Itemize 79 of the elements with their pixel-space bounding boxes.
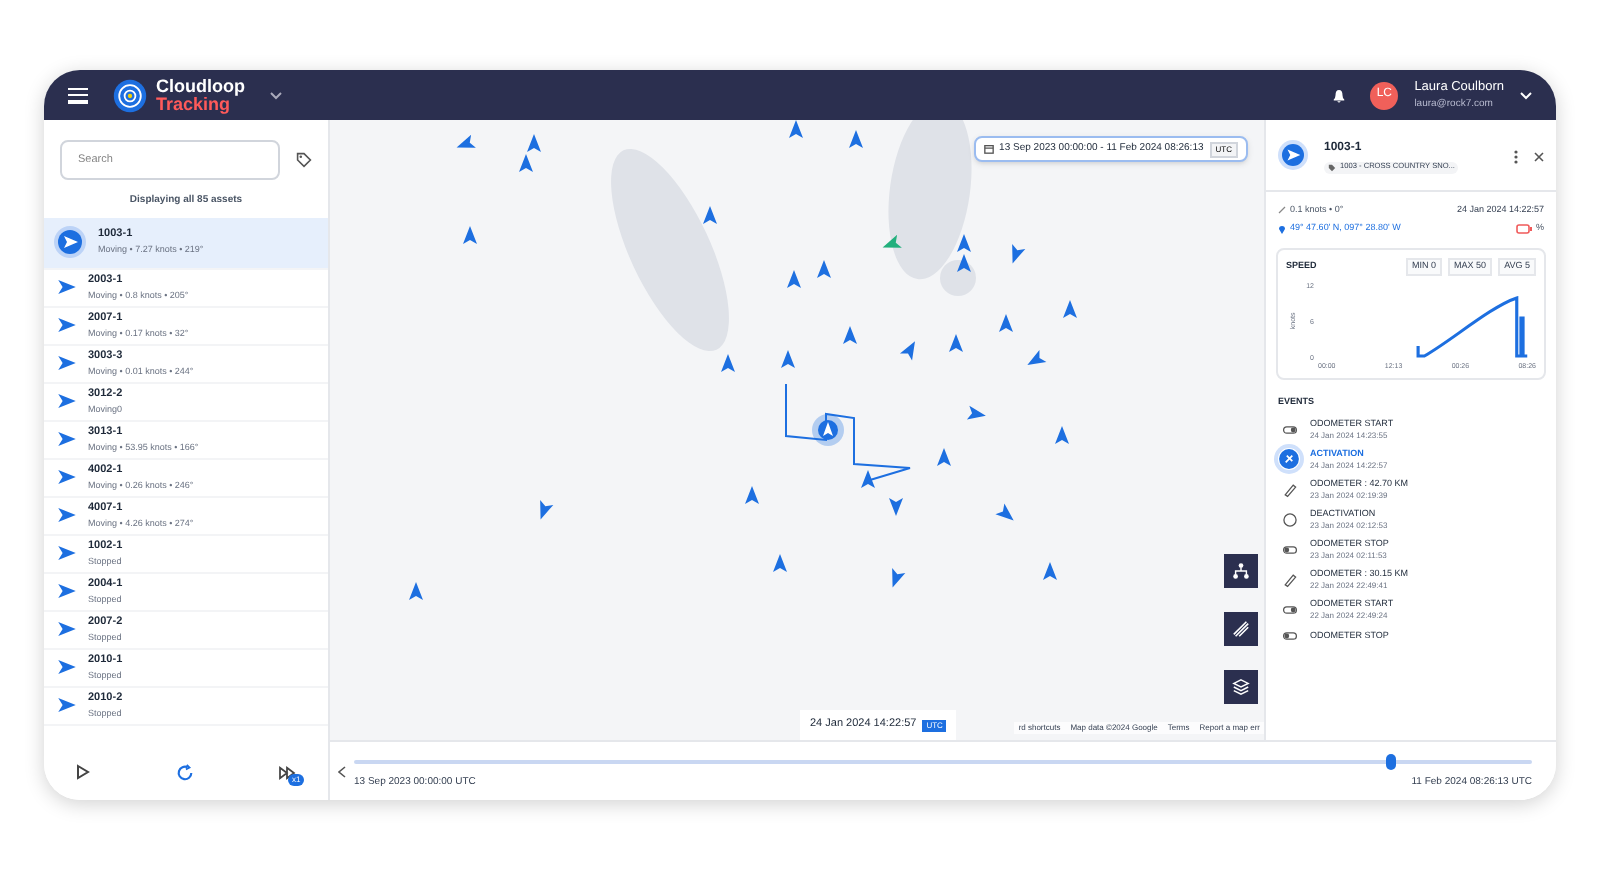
toggle-icon [1281,421,1297,438]
arrow-icon [58,508,76,522]
map-marker-icon[interactable] [892,568,906,588]
map-marker-icon[interactable] [999,314,1013,332]
arrow-icon [58,394,76,408]
map-marker-icon[interactable] [849,130,863,148]
map-marker-icon[interactable] [540,500,554,520]
map-marker-icon[interactable] [781,350,795,368]
logo-icon [112,77,148,113]
brand-subtitle: Tracking [156,95,231,113]
arrow-icon [58,432,76,446]
map-marker-icon[interactable] [1063,300,1077,318]
location-pin-icon [1278,224,1286,235]
selected-marker-icon[interactable] [812,414,844,446]
arrow-icon [58,280,76,294]
map-marker-icon[interactable] [957,234,971,252]
map-marker-icon[interactable] [843,326,857,344]
map-marker-icon[interactable] [966,405,986,420]
fast-forward-icon[interactable] [278,765,296,779]
map-marker-icon[interactable] [889,498,903,516]
chevron-down-icon[interactable] [269,91,281,99]
timeline-handle[interactable] [1386,753,1397,770]
map-marker-icon[interactable] [817,260,831,278]
toggle-icon [1281,601,1297,618]
refresh-icon[interactable] [175,763,193,781]
route-icon [1232,620,1250,638]
bell-icon[interactable] [1332,87,1347,103]
layers-icon [1232,678,1250,696]
map-marker-icon[interactable] [519,154,533,172]
network-icon [1232,562,1250,580]
battery-icon [1515,224,1532,235]
arrow-icon [58,622,76,636]
toggle-icon [1281,541,1297,558]
arrow-icon [58,698,76,712]
map-marker-icon[interactable] [882,234,902,248]
map-marker-icon[interactable] [957,254,971,272]
map-marker-icon[interactable] [456,134,476,148]
map-marker-icon[interactable] [773,554,787,572]
map-marker-icon[interactable] [463,226,477,244]
arrow-icon [58,546,76,560]
arrow-icon [58,660,76,674]
map-marker-icon[interactable] [1055,426,1069,444]
collapse-icon[interactable] [338,765,346,777]
map-marker-icon[interactable] [937,448,951,466]
map-marker-icon[interactable] [787,270,801,288]
map-marker-icon[interactable] [527,134,541,152]
map-marker-icon[interactable] [861,470,875,488]
map-marker-icon[interactable] [703,206,717,224]
map-marker-icon[interactable] [721,354,735,372]
arrow-icon [58,584,76,598]
speed-line-drawing [1416,295,1530,358]
arrow-icon [58,318,76,332]
arrow-icon [58,356,76,370]
brand-name: Cloudloop [156,77,245,95]
arrow-icon [58,470,76,484]
toggle-icon [1281,627,1297,644]
cluster-button[interactable] [1224,554,1258,588]
ruler-icon [1281,481,1297,498]
menu-icon[interactable] [68,87,88,103]
map-marker-icon[interactable] [789,120,803,138]
map-marker-icon[interactable] [1012,244,1026,264]
map-marker-icon[interactable] [1027,349,1047,365]
circle-icon [1281,511,1297,528]
map-marker-icon[interactable] [995,503,1014,521]
map-marker-icon[interactable] [899,341,915,361]
route-button[interactable] [1224,612,1258,646]
tag-icon [1328,163,1336,172]
route-line [785,383,911,481]
map-marker-icon[interactable] [745,486,759,504]
map-marker-icon[interactable] [1043,562,1057,580]
ruler-icon [1281,571,1297,588]
calendar-icon [983,144,994,154]
layers-button[interactable] [1224,670,1258,704]
map-marker-icon[interactable] [409,582,423,600]
map-marker-icon[interactable] [949,334,963,352]
tag-icon[interactable] [296,152,312,168]
play-icon[interactable] [76,764,90,780]
send-arrow-icon [54,226,86,258]
close-icon[interactable] [1534,152,1544,162]
